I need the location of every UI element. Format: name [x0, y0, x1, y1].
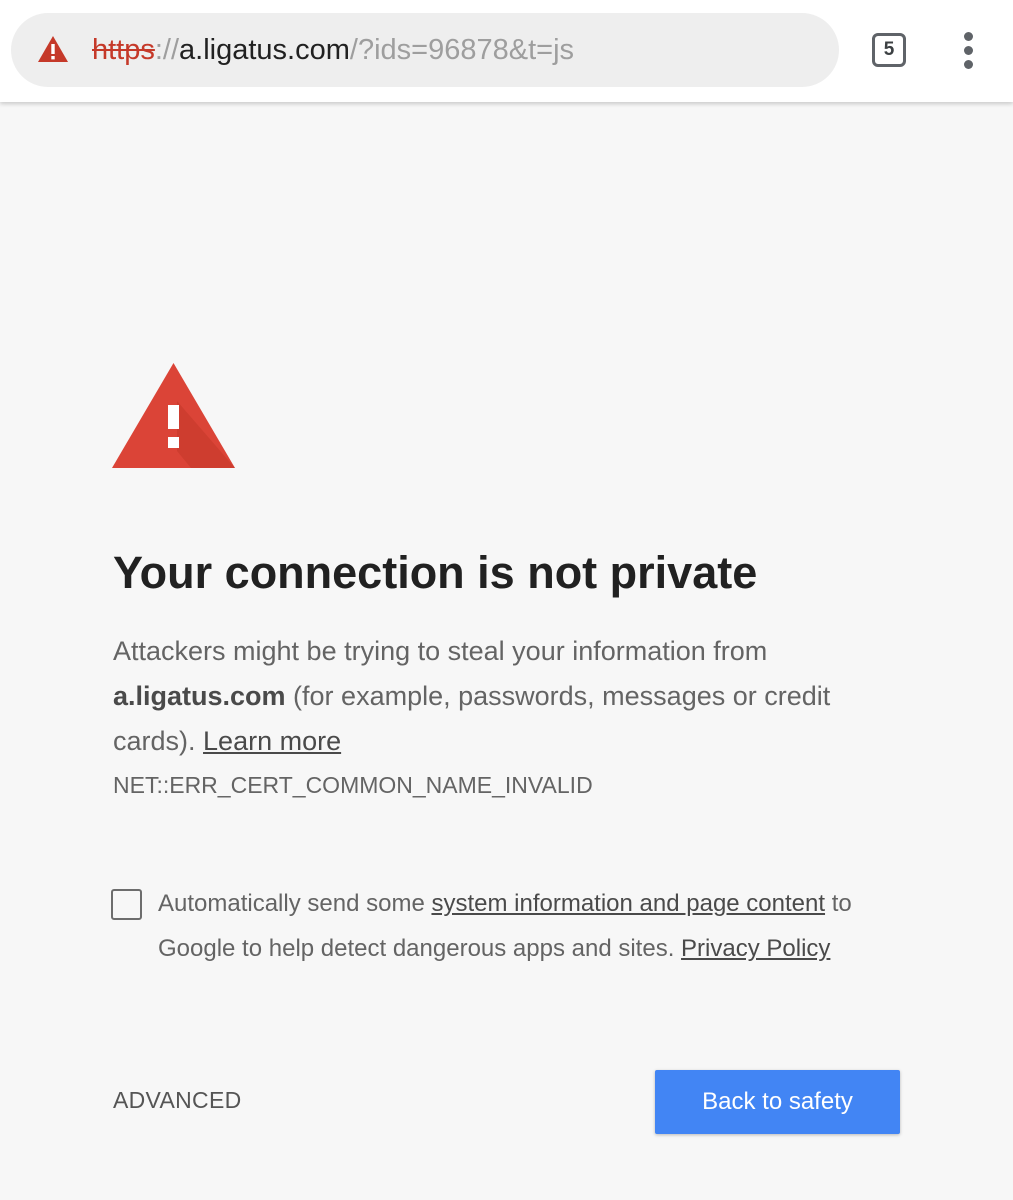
- description-intro: Attackers might be trying to steal your …: [113, 636, 768, 666]
- more-vert-icon[interactable]: [958, 32, 982, 69]
- privacy-policy-link[interactable]: Privacy Policy: [681, 935, 830, 962]
- large-warning-icon: [112, 363, 235, 468]
- error-code: NET::ERR_CERT_COMMON_NAME_INVALID: [113, 772, 593, 798]
- description-host: a.ligatus.com: [113, 681, 286, 711]
- url-text[interactable]: https://a.ligatus.com/?ids=96878&t=js: [92, 31, 574, 69]
- address-bar[interactable]: https://a.ligatus.com/?ids=96878&t=js: [11, 13, 839, 87]
- url-host: a.ligatus.com: [179, 34, 350, 66]
- menu-dot: [964, 60, 973, 69]
- send-info-checkbox[interactable]: [111, 889, 142, 920]
- tab-switcher-button[interactable]: 5: [872, 33, 906, 67]
- warning-description: Attackers might be trying to steal your …: [113, 629, 893, 764]
- advanced-button[interactable]: ADVANCED: [113, 1084, 242, 1116]
- browser-toolbar: https://a.ligatus.com/?ids=96878&t=js 5: [0, 0, 1013, 102]
- optin-label: Automatically send some system informati…: [158, 881, 918, 971]
- learn-more-link[interactable]: Learn more: [203, 726, 341, 756]
- menu-dot: [964, 46, 973, 55]
- interstitial-page: Your connection is not private Attackers…: [0, 102, 1013, 1200]
- warning-triangle-icon[interactable]: [37, 35, 69, 63]
- page-title: Your connection is not private: [113, 547, 758, 598]
- optin-prefix: Automatically send some: [158, 890, 432, 917]
- menu-dot: [964, 32, 973, 41]
- url-path: /?ids=96878&t=js: [349, 34, 575, 66]
- url-separator: ://: [154, 34, 180, 66]
- url-scheme: https: [92, 34, 155, 66]
- back-to-safety-button[interactable]: Back to safety: [655, 1070, 900, 1134]
- system-info-link[interactable]: system information and page content: [431, 890, 825, 917]
